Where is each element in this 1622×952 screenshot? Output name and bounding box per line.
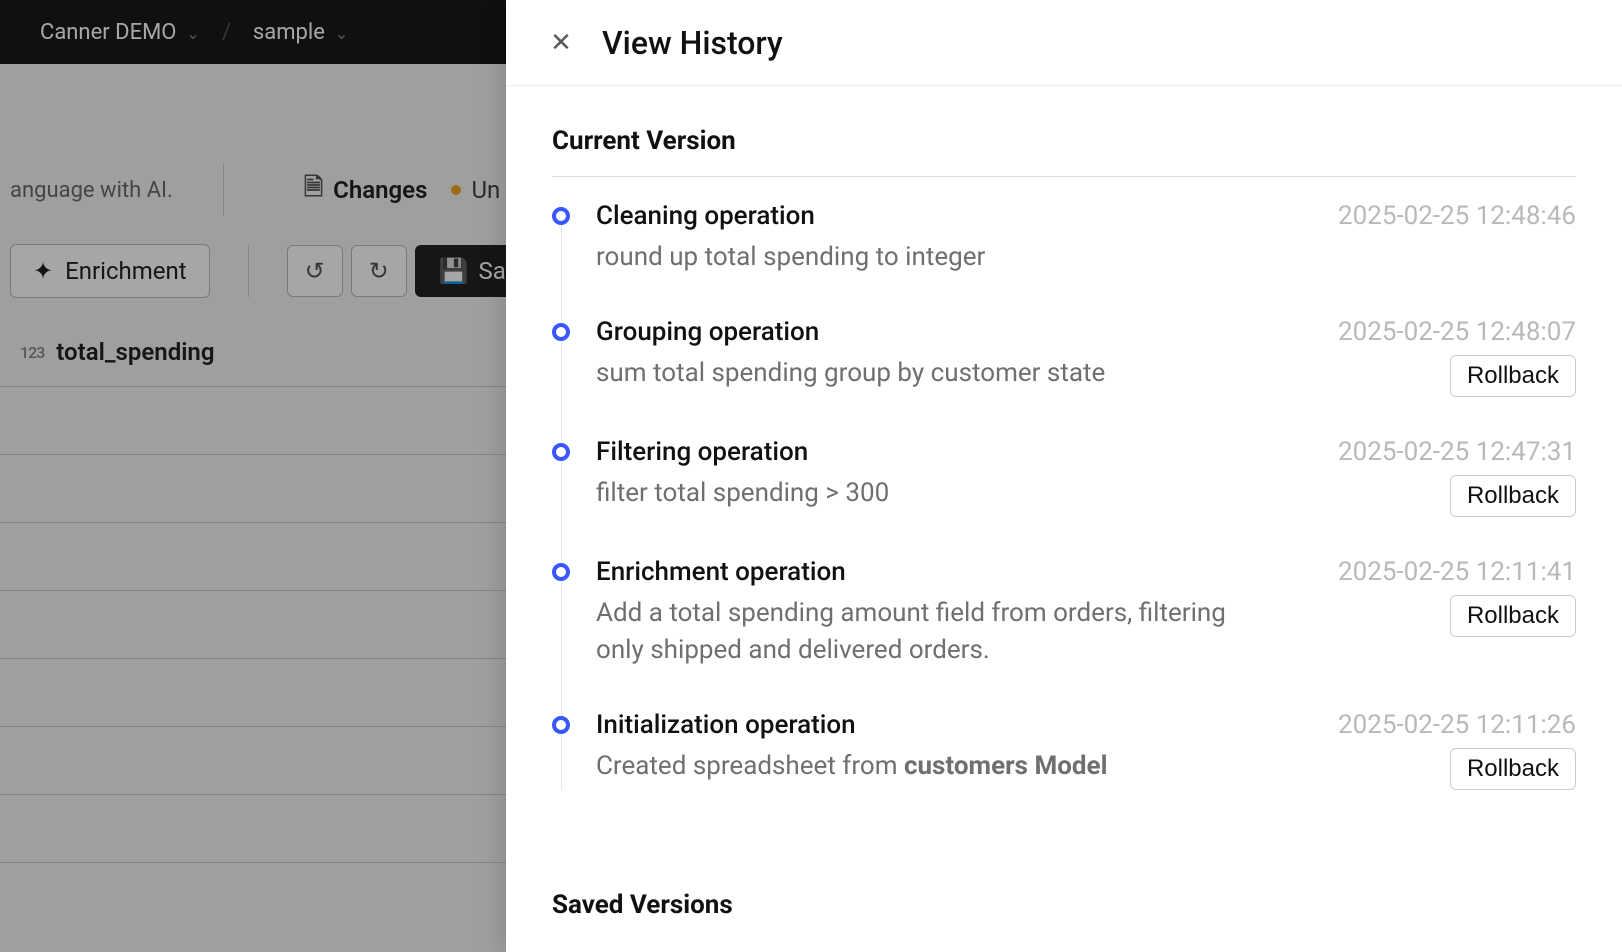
history-timeline: Cleaning operation 2025-02-25 12:48:46 r… (552, 201, 1576, 830)
rollback-button[interactable]: Rollback (1450, 475, 1576, 517)
view-history-drawer: ✕ View History Current Version Cleaning … (506, 0, 1622, 952)
history-entry: Grouping operation 2025-02-25 12:48:07 s… (596, 317, 1576, 437)
entry-description: Add a total spending amount field from o… (596, 595, 1276, 670)
rollback-button[interactable]: Rollback (1450, 595, 1576, 637)
entry-title: Initialization operation (596, 710, 856, 740)
entry-description: Created spreadsheet from customers Model (596, 748, 1107, 786)
entry-timestamp: 2025-02-25 12:47:31 (1338, 437, 1576, 467)
drawer-title: View History (602, 24, 783, 62)
saved-versions-heading: Saved Versions (552, 890, 1576, 920)
current-version-heading: Current Version (552, 126, 1576, 177)
entry-description: filter total spending > 300 (596, 475, 889, 513)
entry-description: round up total spending to integer (596, 239, 985, 277)
entry-title: Enrichment operation (596, 557, 846, 587)
drawer-header: ✕ View History (506, 0, 1622, 86)
timeline-dot-icon (552, 207, 570, 225)
timeline-dot-icon (552, 323, 570, 341)
timeline-dot-icon (552, 443, 570, 461)
history-entry: Initialization operation 2025-02-25 12:1… (596, 710, 1576, 830)
entry-timestamp: 2025-02-25 12:11:26 (1338, 710, 1576, 740)
timeline-dot-icon (552, 563, 570, 581)
entry-title: Grouping operation (596, 317, 819, 347)
entry-timestamp: 2025-02-25 12:48:07 (1338, 317, 1576, 347)
entry-timestamp: 2025-02-25 12:48:46 (1338, 201, 1576, 231)
entry-title: Filtering operation (596, 437, 808, 467)
rollback-button[interactable]: Rollback (1450, 748, 1576, 790)
timeline-dot-icon (552, 716, 570, 734)
close-icon[interactable]: ✕ (548, 28, 574, 58)
drawer-body: Current Version Cleaning operation 2025-… (506, 86, 1622, 952)
entry-title: Cleaning operation (596, 201, 815, 231)
entry-timestamp: 2025-02-25 12:11:41 (1338, 557, 1576, 587)
history-entry: Filtering operation 2025-02-25 12:47:31 … (596, 437, 1576, 557)
rollback-button[interactable]: Rollback (1450, 355, 1576, 397)
history-entry: Cleaning operation 2025-02-25 12:48:46 r… (596, 201, 1576, 317)
history-entry: Enrichment operation 2025-02-25 12:11:41… (596, 557, 1576, 710)
entry-description: sum total spending group by customer sta… (596, 355, 1105, 393)
